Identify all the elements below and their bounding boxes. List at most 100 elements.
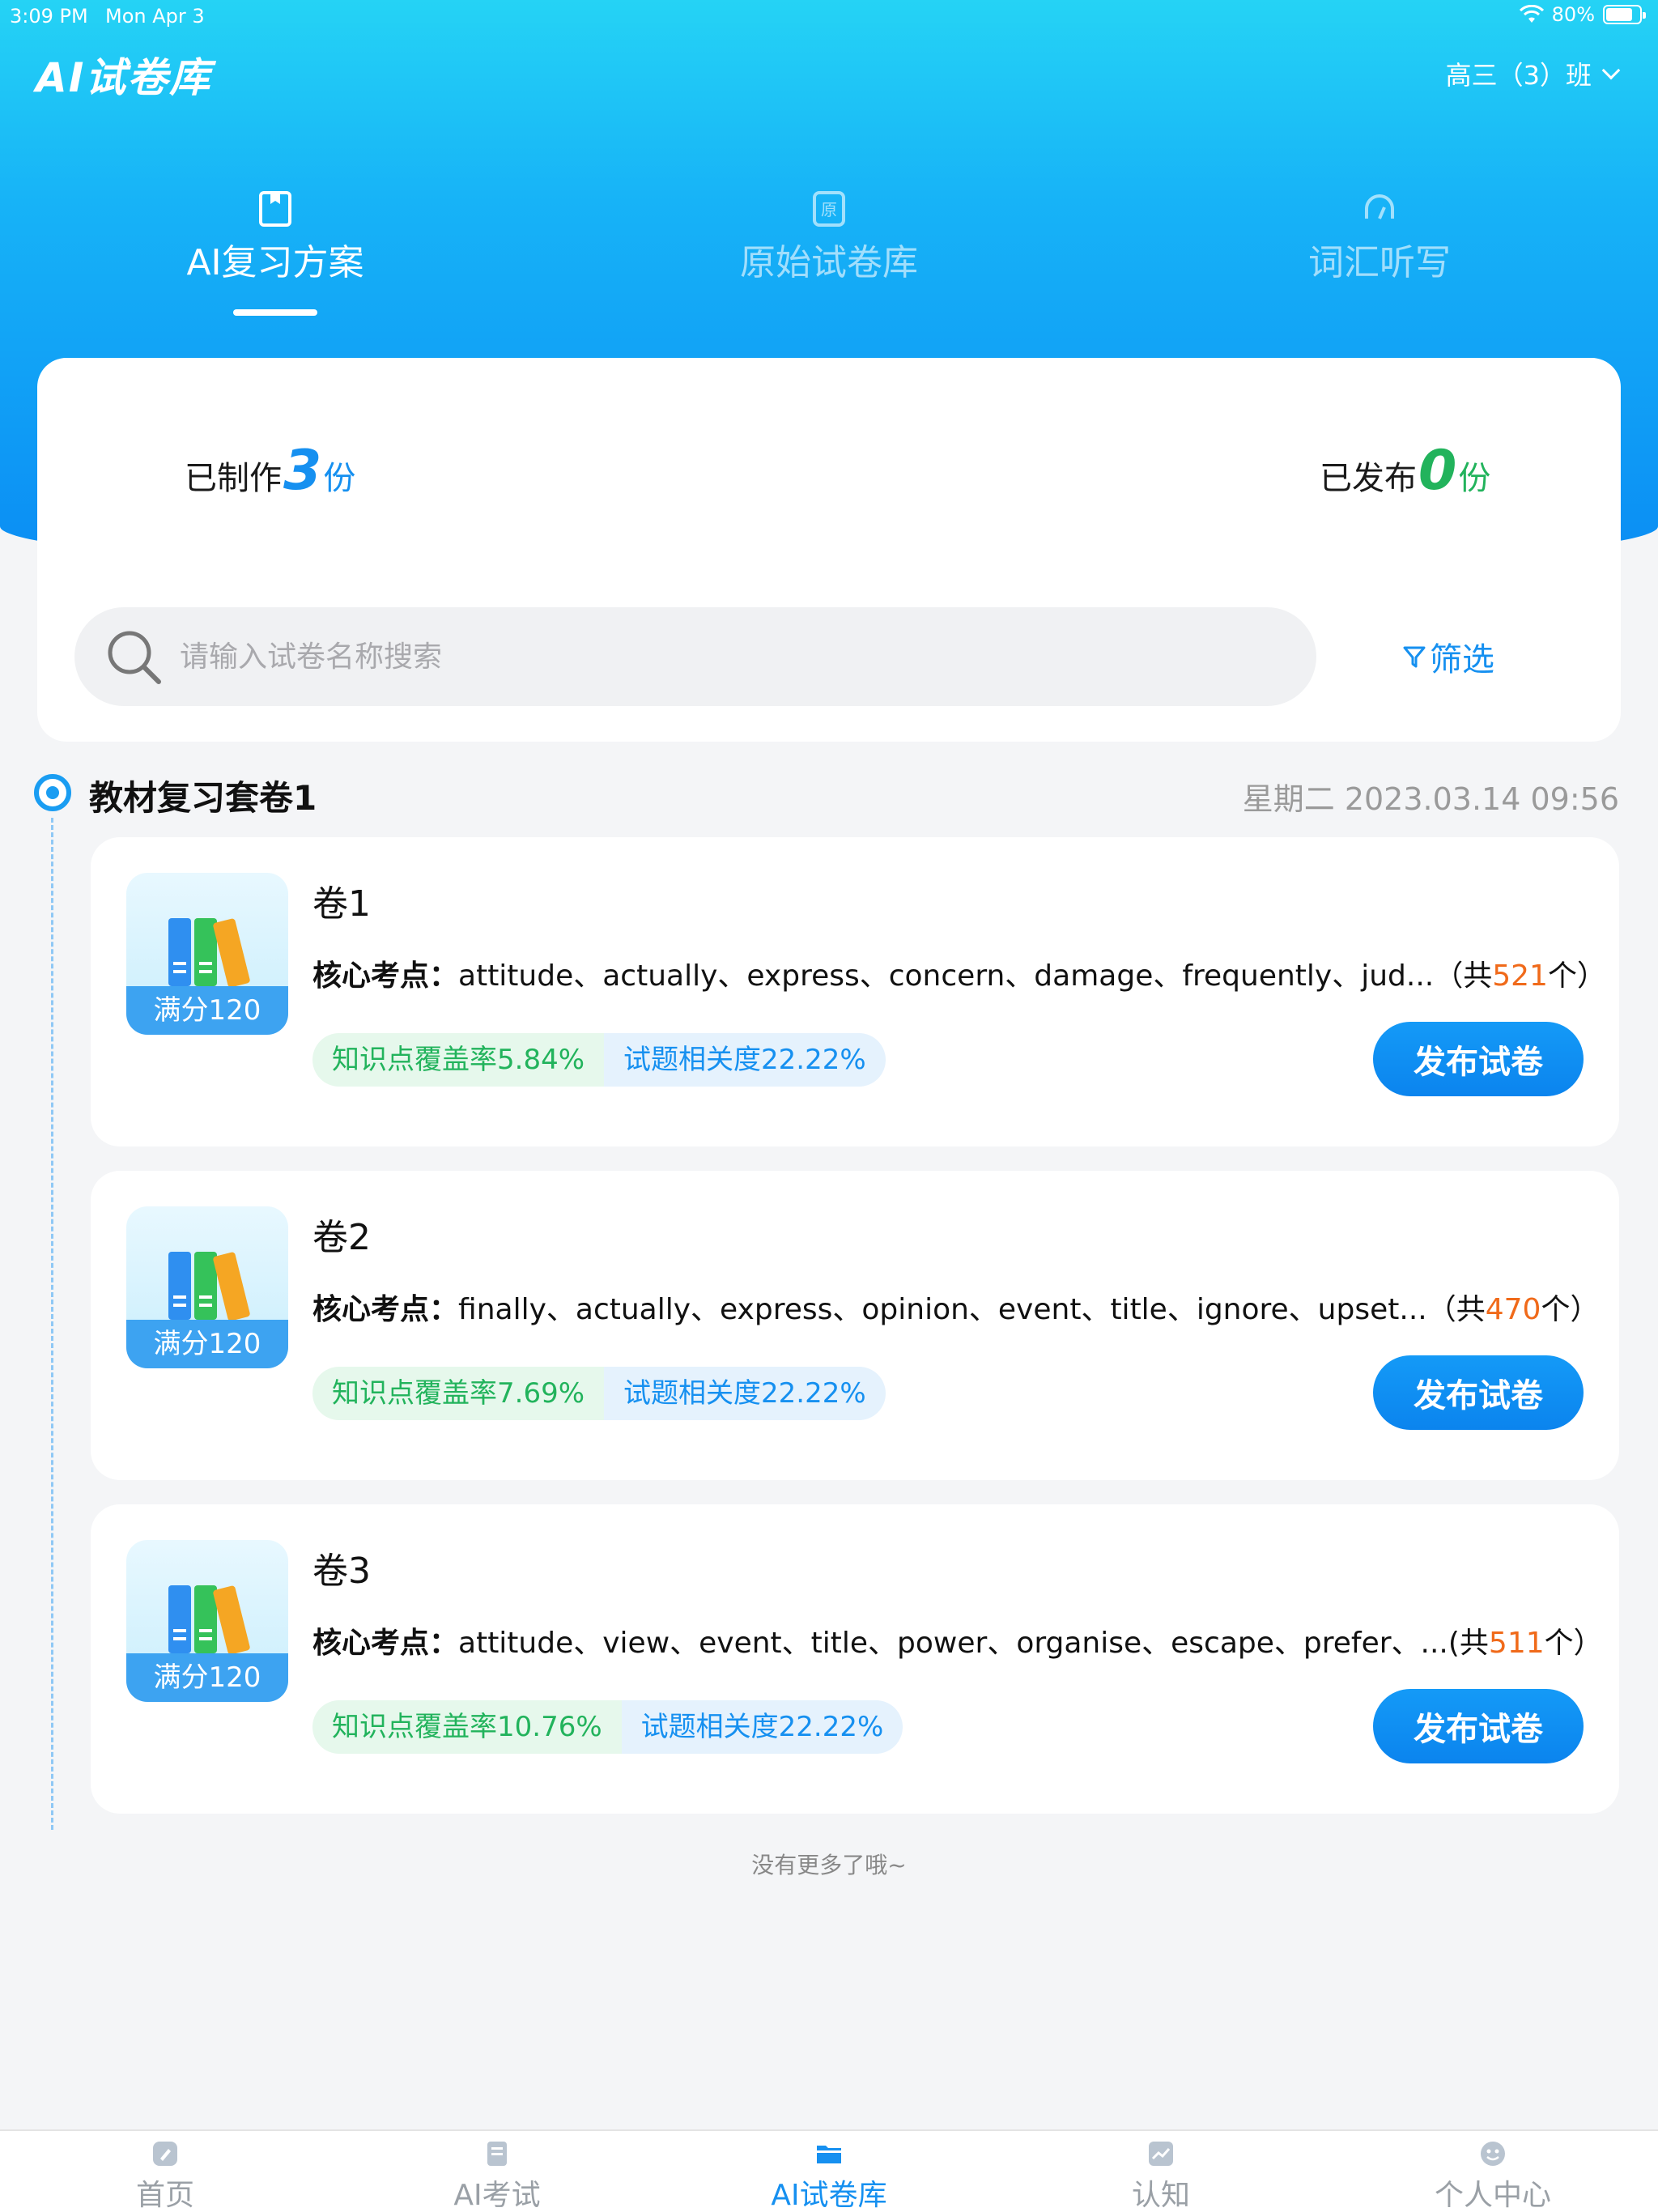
tab-label: 词汇听写 (1308, 242, 1451, 283)
original-doc-icon: 原 (813, 191, 845, 227)
status-bar: 3:09 PM Mon Apr 3 80% (0, 0, 1658, 32)
paper-thumbnail: 满分120 (126, 1206, 288, 1368)
relevance-tag: 试题相关度22.22% (621, 1700, 903, 1754)
publish-paper-button[interactable]: 发布试卷 (1373, 1022, 1584, 1096)
filter-icon (1403, 646, 1426, 668)
tab-label: AI复习方案 (186, 242, 364, 283)
relevance-tag: 试题相关度22.22% (604, 1033, 886, 1087)
made-count: 3 (283, 439, 322, 503)
svg-text:原: 原 (821, 200, 837, 219)
paper-title: 卷1 (312, 883, 371, 925)
wifi-icon (1519, 5, 1544, 23)
filter-button[interactable]: 筛选 (1402, 633, 1494, 680)
books-icon (168, 918, 250, 988)
score-label: 满分120 (126, 986, 288, 1035)
made-unit: 份 (323, 460, 356, 497)
core-points-list: finally、actually、express、opinion、event、t… (458, 1293, 1427, 1326)
count-suffix: 个） (1547, 959, 1606, 993)
class-selector-label: 高三（3）班 (1445, 60, 1592, 91)
nav-label: 首页 (135, 2179, 194, 2212)
search-bar[interactable] (74, 607, 1316, 706)
paper-card[interactable]: 满分120 卷2 核心考点：finally、actually、express、o… (91, 1171, 1619, 1480)
nav-label: 个人中心 (1434, 2179, 1551, 2212)
bookmark-icon (259, 191, 291, 227)
chevron-down-icon (1601, 61, 1621, 80)
paper-title: 卷3 (312, 1551, 371, 1592)
core-points-label: 核心考点： (312, 959, 459, 993)
count-suffix: 个） (1541, 1293, 1600, 1326)
publish-paper-button[interactable]: 发布试卷 (1373, 1355, 1584, 1430)
search-icon (108, 631, 161, 684)
relevance-tag: 试题相关度22.22% (604, 1367, 886, 1420)
core-points-count: 511 (1488, 1627, 1545, 1660)
count-prefix: （共 (1426, 1293, 1486, 1326)
score-label: 满分120 (126, 1653, 288, 1702)
group-header: 教材复习套卷1 星期二 2023.03.14 09:56 (32, 764, 1619, 821)
tab-ai-review[interactable]: AI复习方案 (138, 188, 413, 316)
no-more-text: 没有更多了哦~ (751, 1852, 907, 1878)
nav-ai-paper-library[interactable]: AI试卷库 (708, 2139, 950, 2212)
app-title: AI试卷库 (36, 54, 212, 101)
published-count: 0 (1418, 439, 1457, 503)
summary-card: 已制作 3 份 已发布 0 份 筛选 (37, 358, 1621, 742)
score-label: 满分120 (126, 1320, 288, 1368)
tab-vocab-dictation[interactable]: 词汇听写 (1242, 188, 1517, 285)
made-prefix: 已制作 (185, 460, 282, 497)
filter-label: 筛选 (1430, 641, 1494, 678)
books-icon (168, 1252, 250, 1321)
paper-card[interactable]: 满分120 卷1 核心考点：attitude、actually、express、… (91, 837, 1619, 1146)
core-points-count: 521 (1492, 959, 1548, 993)
publish-paper-button[interactable]: 发布试卷 (1373, 1689, 1584, 1763)
app-screen: 3:09 PM Mon Apr 3 80% AI试卷库 高三（3）班 AI复习方… (0, 0, 1658, 2212)
coverage-tag: 知识点覆盖率7.69% (312, 1367, 605, 1420)
metric-tags: 知识点覆盖率10.76% 试题相关度22.22% (312, 1700, 903, 1754)
coverage-tag: 知识点覆盖率10.76% (312, 1700, 622, 1754)
headphones-icon (1365, 194, 1394, 219)
core-points: 核心考点：attitude、actually、express、concern、d… (312, 952, 1606, 994)
published-prefix: 已发布 (1320, 460, 1417, 497)
core-points: 核心考点：finally、actually、express、opinion、ev… (312, 1286, 1599, 1328)
nav-label: 认知 (1131, 2179, 1190, 2212)
core-points-label: 核心考点： (312, 1627, 459, 1660)
status-right: 80% (1519, 3, 1646, 26)
core-points: 核心考点：attitude、view、event、title、power、org… (312, 1619, 1603, 1661)
count-prefix: （共 (1434, 959, 1493, 993)
core-points-count: 470 (1485, 1293, 1541, 1326)
metric-tags: 知识点覆盖率7.69% 试题相关度22.22% (312, 1367, 886, 1420)
count-prefix: (共 (1448, 1627, 1489, 1660)
published-count-stat: 已发布 0 份 (1320, 439, 1490, 503)
timeline-line (51, 818, 53, 1830)
paper-title: 卷2 (312, 1217, 371, 1258)
paper-thumbnail: 满分120 (126, 1540, 288, 1702)
class-selector[interactable]: 高三（3）班 (1445, 55, 1621, 92)
group-title: 教材复习套卷1 (89, 778, 317, 818)
bottom-nav: 首页 AI考试 AI试卷库 认知 个人中心 (0, 2129, 1658, 2212)
nav-cognition[interactable]: 认知 (1039, 2139, 1282, 2212)
group-date: 星期二 2023.03.14 09:56 (1242, 781, 1619, 817)
books-icon (168, 1585, 250, 1655)
nav-label: AI试卷库 (771, 2179, 887, 2212)
nav-home[interactable]: 首页 (44, 2139, 287, 2212)
paper-card[interactable]: 满分120 卷3 核心考点：attitude、view、event、title、… (91, 1504, 1619, 1814)
core-points-list: attitude、view、event、title、power、organise… (458, 1627, 1448, 1660)
paper-thumbnail: 满分120 (126, 873, 288, 1035)
nav-ai-exam[interactable]: AI考试 (376, 2139, 619, 2212)
tab-label: 原始试卷库 (740, 242, 918, 283)
battery-percent: 80% (1551, 3, 1595, 26)
coverage-tag: 知识点覆盖率5.84% (312, 1033, 605, 1087)
profile-icon (1481, 2142, 1505, 2166)
tab-original-papers[interactable]: 原 原始试卷库 (691, 188, 967, 285)
home-icon (153, 2142, 177, 2166)
timeline-dot-icon (34, 774, 71, 811)
top-tabs: AI复习方案 原 原始试卷库 词汇听写 (0, 188, 1658, 334)
core-points-label: 核心考点： (312, 1293, 459, 1326)
folder-icon (817, 2146, 841, 2163)
battery-icon (1603, 5, 1646, 24)
published-unit: 份 (1458, 460, 1491, 497)
status-date: Mon Apr 3 (105, 5, 205, 28)
battery-fill (1606, 8, 1632, 21)
search-input[interactable] (180, 640, 1232, 674)
nav-profile[interactable]: 个人中心 (1371, 2139, 1614, 2212)
made-count-stat: 已制作 3 份 (185, 439, 355, 503)
core-points-list: attitude、actually、express、concern、damage… (458, 959, 1435, 993)
